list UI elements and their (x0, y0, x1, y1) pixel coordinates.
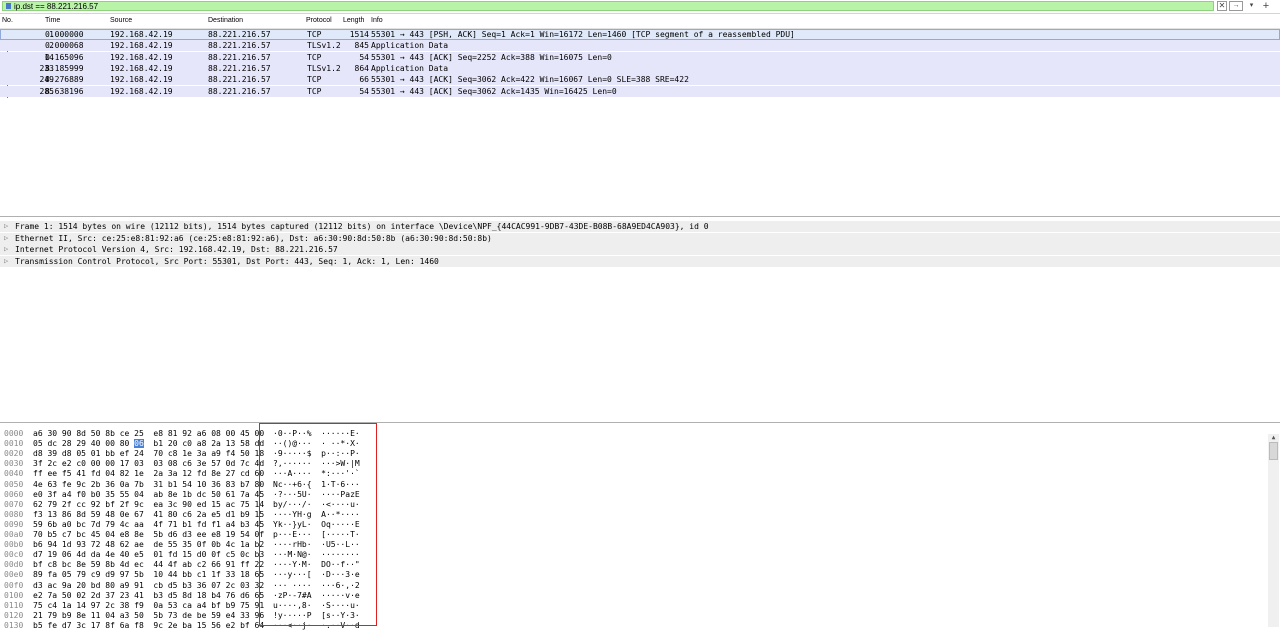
packet-destination-cell: 88.221.216.57 (208, 63, 271, 73)
column-header-length[interactable]: Length (343, 17, 364, 24)
packet-info-cell: 55301 → 443 [PSH, ACK] Seq=1 Ack=1 Win=1… (371, 30, 795, 39)
packet-list-header: No. Time Source Destination Protocol Len… (0, 14, 1280, 29)
detail-tree-label: Internet Protocol Version 4, Src: 192.16… (15, 245, 338, 254)
detail-tree-label: Transmission Control Protocol, Src Port:… (15, 256, 439, 266)
packet-source-cell: 192.168.42.19 (110, 30, 173, 39)
packet-source-cell: 192.168.42.19 (110, 63, 173, 73)
packet-time-cell: 8.276889 (45, 75, 84, 85)
packet-protocol-cell: TCP (307, 52, 322, 62)
column-header-time[interactable]: Time (45, 17, 60, 24)
column-header-info[interactable]: Info (371, 17, 383, 24)
packet-destination-cell: 88.221.216.57 (208, 30, 271, 39)
packet-info-cell: 55301 → 443 [ACK] Seq=3062 Ack=1435 Win=… (371, 86, 617, 96)
packet-protocol-cell: TCP (307, 86, 322, 96)
detail-tree-item[interactable]: ▷ Transmission Control Protocol, Src Port… (0, 255, 1280, 267)
packet-row[interactable]: 285 8.638196 192.168.42.19 88.221.216.57 TCP… (0, 85, 1280, 97)
packet-list-pane[interactable]: No. Time Source Destination Protocol Len… (0, 14, 1280, 217)
packet-time-cell: 8.638196 (45, 86, 84, 96)
column-header-destination[interactable]: Destination (208, 17, 243, 24)
packet-length-cell: 54 (359, 86, 369, 96)
hex-dump-row[interactable]: 0130 b5 fe d7 3c 17 8f 6a f8 9c 2e ba 15 … (0, 620, 380, 631)
hex-offset: 0130 (4, 620, 24, 630)
packet-time-cell: 0.000000 (45, 30, 84, 39)
packet-protocol-cell: TCP (307, 30, 322, 39)
bookmark-icon[interactable] (6, 3, 11, 9)
packet-row[interactable]: 233 8.185999 192.168.42.19 88.221.216.57 TLS… (0, 62, 1280, 74)
packet-protocol-cell: TLSv1.2 (307, 63, 341, 73)
packet-source-cell: 192.168.42.19 (110, 75, 173, 85)
packet-protocol-cell: TLSv1.2 (307, 41, 341, 51)
packet-time-cell: 0.165096 (45, 52, 84, 62)
hex-bytes: b5 fe d7 3c 17 8f 6a f8 9c 2e ba 15 56 e… (33, 620, 265, 630)
add-filter-button[interactable]: + (1260, 1, 1272, 12)
packet-destination-cell: 88.221.216.57 (208, 41, 271, 51)
display-filter-input[interactable]: ip.dst == 88.221.216.57 (2, 1, 1214, 11)
recent-filters-dropdown[interactable]: ▾ (1247, 1, 1256, 11)
packet-row[interactable]: 249 8.276889 192.168.42.19 88.221.216.57 TCP… (0, 74, 1280, 86)
packet-bytes-pane[interactable]: 0000 a6 30 90 8d 50 8b ce 25 e8 81 92 a6 … (0, 425, 1280, 630)
scroll-up-arrow-icon[interactable]: ▲ (1268, 434, 1279, 442)
packet-details-pane[interactable]: ▷ Frame 1: 1514 bytes on wire (12112 bits… (0, 219, 1280, 423)
detail-tree-label: Ethernet II, Src: ce:25:e8:81:92:a6 (ce:… (15, 233, 492, 243)
packet-info-cell: 55301 → 443 [ACK] Seq=3062 Ack=422 Win=1… (371, 75, 689, 85)
packet-info-cell: Application Data (371, 41, 449, 51)
packet-row[interactable]: 1 0.000000 192.168.42.19 88.221.216.57 TCP 15… (0, 29, 1280, 40)
packet-length-cell: 1514 (349, 30, 369, 39)
packet-protocol-cell: TCP (307, 75, 322, 85)
packet-time-cell: 8.185999 (45, 63, 84, 73)
packet-source-cell: 192.168.42.19 (110, 41, 173, 51)
expand-arrow-icon[interactable]: ▷ (4, 221, 8, 232)
packet-length-cell: 54 (359, 52, 369, 62)
detail-tree-label: Frame 1: 1514 bytes on wire (12112 bits)… (15, 222, 709, 231)
packet-length-cell: 66 (359, 75, 369, 85)
detail-tree-item[interactable]: ▷ Internet Protocol Version 4, Src: 192.1… (0, 244, 1280, 255)
packet-time-cell: 0.000068 (45, 41, 84, 51)
scrollbar-thumb[interactable] (1269, 442, 1278, 460)
column-header-source[interactable]: Source (110, 17, 132, 24)
expand-arrow-icon[interactable]: ▷ (4, 233, 8, 244)
display-filter-text[interactable]: ip.dst == 88.221.216.57 (14, 2, 98, 11)
column-header-protocol[interactable]: Protocol (306, 17, 332, 24)
bytes-scrollbar[interactable]: ▲ (1268, 434, 1279, 627)
apply-filter-button[interactable]: → (1229, 1, 1243, 11)
packet-source-cell: 192.168.42.19 (110, 52, 173, 62)
packet-destination-cell: 88.221.216.57 (208, 52, 271, 62)
column-header-no[interactable]: No. (2, 17, 13, 24)
selected-byte[interactable]: 06 (134, 439, 144, 449)
packet-row[interactable]: 14 0.165096 192.168.42.19 88.221.216.57 TCP 5… (0, 51, 1280, 63)
packet-destination-cell: 88.221.216.57 (208, 75, 271, 85)
ascii-bytes: ···<··j· ·.··V··d (273, 620, 360, 630)
clear-filter-button[interactable]: ✕ (1217, 1, 1227, 11)
packet-length-cell: 864 (354, 63, 369, 73)
packet-length-cell: 845 (354, 41, 369, 51)
detail-tree-item[interactable]: ▷ Ethernet II, Src: ce:25:e8:81:92:a6 (ce… (0, 232, 1280, 244)
packet-destination-cell: 88.221.216.57 (208, 86, 271, 96)
expand-arrow-icon[interactable]: ▷ (4, 244, 8, 255)
packet-info-cell: Application Data (371, 63, 449, 73)
display-filter-bar: ip.dst == 88.221.216.57 ✕ → ▾ + (0, 0, 1280, 14)
packet-info-cell: 55301 → 443 [ACK] Seq=2252 Ack=388 Win=1… (371, 52, 612, 62)
packet-source-cell: 192.168.42.19 (110, 86, 173, 96)
detail-tree-item[interactable]: ▷ Frame 1: 1514 bytes on wire (12112 bits… (0, 221, 1280, 232)
expand-arrow-icon[interactable]: ▷ (4, 256, 8, 267)
packet-row[interactable]: 2 0.000068 192.168.42.19 88.221.216.57 TLSv1… (0, 40, 1280, 52)
